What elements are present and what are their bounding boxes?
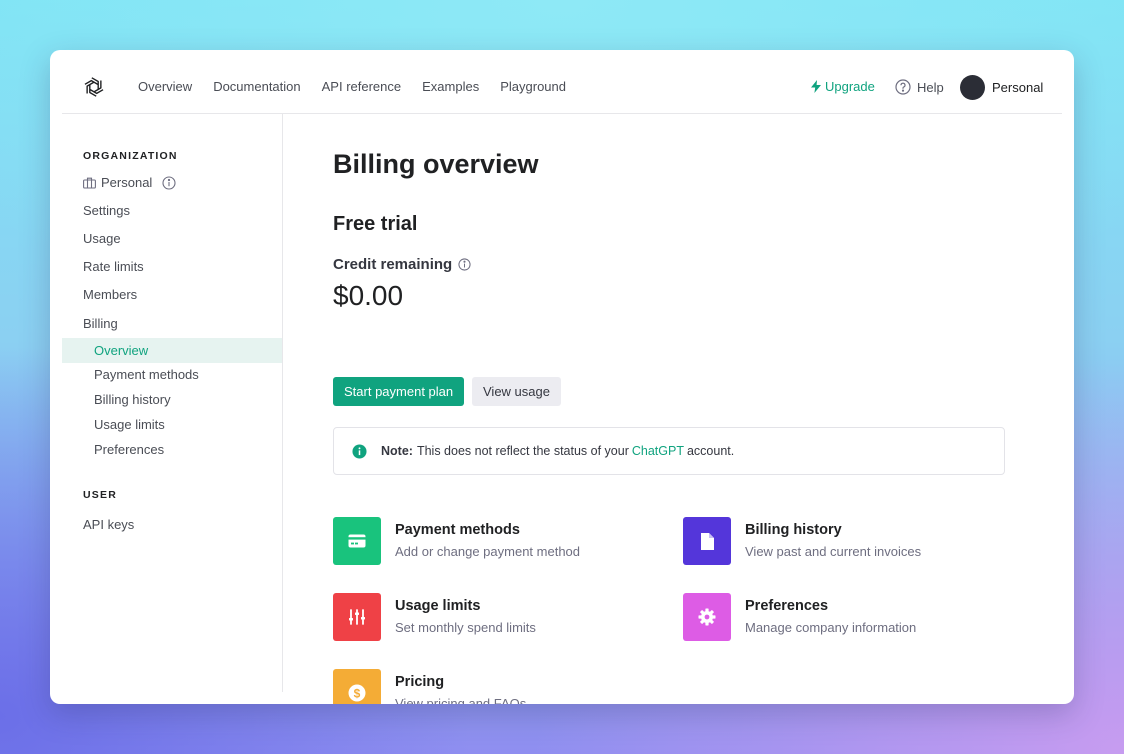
card-usage-limits[interactable]: Usage limits Set monthly spend limits: [333, 593, 653, 641]
nav-api-reference[interactable]: API reference: [322, 79, 402, 94]
card-desc: Set monthly spend limits: [395, 620, 536, 635]
card-title: Payment methods: [395, 522, 520, 538]
view-usage-button[interactable]: View usage: [472, 377, 561, 406]
briefcase-icon: [83, 177, 96, 189]
sidebar-subitem-preferences[interactable]: Preferences: [62, 437, 282, 462]
info-filled-icon: [352, 443, 367, 459]
note-text-end: account.: [686, 444, 735, 458]
svg-text:$: $: [354, 686, 361, 700]
credit-label: Credit remaining: [333, 256, 471, 273]
card-icon-box: $: [333, 669, 381, 704]
help-label: Help: [917, 79, 944, 95]
organization-heading: ORGANIZATION: [83, 150, 178, 162]
credit-label-text: Credit remaining: [333, 256, 453, 273]
card-desc: View past and current invoices: [745, 544, 922, 559]
top-nav: Overview Documentation API reference Exa…: [62, 50, 1062, 114]
nav-links: Overview Documentation API reference Exa…: [138, 79, 566, 94]
note-text: This does not reflect the status of your: [416, 444, 629, 458]
info-icon[interactable]: [458, 258, 471, 271]
plan-title: Free trial: [333, 213, 418, 235]
sidebar-subitem-overview[interactable]: Overview: [62, 338, 282, 363]
card-preferences[interactable]: Preferences Manage company information: [683, 593, 1003, 641]
gear-icon: [698, 608, 716, 626]
upgrade-label: Upgrade: [825, 79, 875, 94]
sidebar: ORGANIZATION Personal Settings Usage Rat…: [62, 114, 283, 692]
org-selector[interactable]: Personal: [83, 175, 176, 190]
org-name: Personal: [101, 175, 153, 190]
lightning-icon: [811, 80, 821, 93]
card-desc: View pricing and FAQs: [395, 696, 527, 704]
document-icon: [701, 532, 714, 550]
info-icon[interactable]: [162, 175, 176, 190]
card-desc: Manage company information: [745, 620, 917, 635]
note-label: Note:: [381, 444, 413, 458]
sidebar-item-rate-limits[interactable]: Rate limits: [83, 259, 144, 274]
nav-examples[interactable]: Examples: [422, 79, 479, 94]
note-banner: Note: This does not reflect the status o…: [333, 427, 1005, 475]
card-payment-methods[interactable]: Payment methods Add or change payment me…: [333, 517, 653, 565]
app-window: Overview Documentation API reference Exa…: [50, 50, 1074, 704]
dollar-icon: $: [348, 684, 366, 702]
sidebar-item-usage[interactable]: Usage: [83, 231, 121, 246]
card-icon-box: [333, 593, 381, 641]
card-icon-box: [683, 517, 731, 565]
sidebar-subitem-billing-history[interactable]: Billing history: [62, 387, 282, 412]
sliders-icon: [349, 609, 365, 625]
sidebar-item-settings[interactable]: Settings: [83, 203, 130, 218]
chatgpt-link[interactable]: ChatGPT: [632, 444, 684, 458]
card-title: Usage limits: [395, 598, 481, 614]
credit-amount: $0.00: [333, 280, 404, 311]
card-title: Preferences: [745, 598, 829, 614]
card-icon-box: [683, 593, 731, 641]
user-heading: USER: [83, 489, 117, 501]
nav-playground[interactable]: Playground: [500, 79, 566, 94]
card-title: Pricing: [395, 674, 445, 690]
sidebar-subitem-usage-limits[interactable]: Usage limits: [62, 412, 282, 437]
page-title: Billing overview: [333, 149, 539, 179]
help-link[interactable]: Help: [895, 79, 944, 95]
sidebar-item-members[interactable]: Members: [83, 287, 137, 302]
credit-card-icon: [348, 534, 366, 548]
profile-label: Personal: [992, 80, 1044, 95]
card-desc: Add or change payment method: [395, 544, 581, 559]
card-title: Billing history: [745, 522, 842, 538]
sidebar-subitem-payment-methods[interactable]: Payment methods: [62, 362, 282, 387]
card-billing-history[interactable]: Billing history View past and current in…: [683, 517, 1003, 565]
sidebar-item-billing[interactable]: Billing: [83, 316, 118, 331]
upgrade-link[interactable]: Upgrade: [811, 79, 875, 94]
card-pricing[interactable]: $ Pricing View pricing and FAQs: [333, 669, 653, 704]
avatar: [960, 75, 985, 100]
help-circle-icon: [895, 79, 911, 95]
nav-documentation[interactable]: Documentation: [213, 79, 300, 94]
openai-logo-icon[interactable]: [82, 75, 106, 99]
start-payment-plan-button[interactable]: Start payment plan: [333, 377, 465, 406]
card-icon-box: [333, 517, 381, 565]
sidebar-item-api-keys[interactable]: API keys: [83, 517, 134, 532]
nav-overview[interactable]: Overview: [138, 79, 192, 94]
profile-menu[interactable]: Personal: [960, 75, 1043, 100]
